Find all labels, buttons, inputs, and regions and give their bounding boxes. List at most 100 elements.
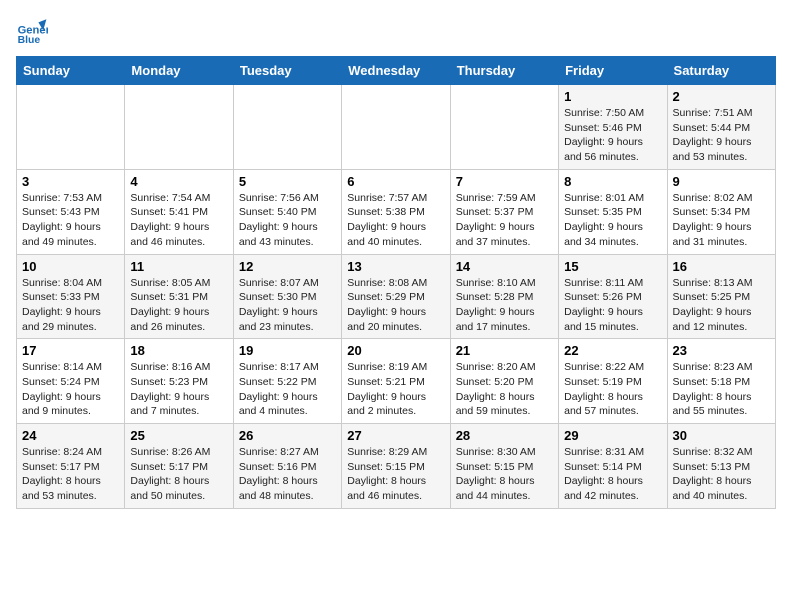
day-cell: 17Sunrise: 8:14 AM Sunset: 5:24 PM Dayli… bbox=[17, 339, 125, 424]
day-info: Sunrise: 8:20 AM Sunset: 5:20 PM Dayligh… bbox=[456, 360, 553, 419]
day-number: 5 bbox=[239, 174, 336, 189]
day-cell bbox=[342, 85, 450, 170]
day-number: 21 bbox=[456, 343, 553, 358]
day-info: Sunrise: 8:26 AM Sunset: 5:17 PM Dayligh… bbox=[130, 445, 227, 504]
day-cell: 16 Sunrise: 8:13 AM Sunset: 5:25 PM Dayli… bbox=[667, 254, 775, 339]
day-cell: 21 Sunrise: 8:20 AM Sunset: 5:20 PM Dayli… bbox=[450, 339, 558, 424]
day-info: Sunrise: 8:13 AM Sunset: 5:25 PM Dayligh… bbox=[673, 276, 770, 335]
day-cell: 9 Sunrise: 8:02 AM Sunset: 5:34 PM Daylig… bbox=[667, 169, 775, 254]
day-info: Sunrise: 8:24 AM Sunset: 5:17 PM Dayligh… bbox=[22, 445, 119, 504]
day-number: 22 bbox=[564, 343, 661, 358]
day-info: Sunrise: 7:51 AM Sunset: 5:44 PM Dayligh… bbox=[673, 106, 770, 165]
day-info: Sunrise: 8:16 AM Sunset: 5:23 PM Dayligh… bbox=[130, 360, 227, 419]
day-cell: 15 Sunrise: 8:11 AM Sunset: 5:26 PM Dayli… bbox=[559, 254, 667, 339]
day-info: Sunrise: 8:14 AM Sunset: 5:24 PM Dayligh… bbox=[22, 360, 119, 419]
calendar-body: 1 Sunrise: 7:50 AM Sunset: 5:46 PM Daylig… bbox=[17, 85, 776, 509]
day-cell: 10Sunrise: 8:04 AM Sunset: 5:33 PM Dayli… bbox=[17, 254, 125, 339]
day-cell: 13 Sunrise: 8:08 AM Sunset: 5:29 PM Dayli… bbox=[342, 254, 450, 339]
week-row-4: 24 Sunrise: 8:24 AM Sunset: 5:17 PM Dayli… bbox=[17, 424, 776, 509]
day-number: 27 bbox=[347, 428, 444, 443]
day-cell: 22 Sunrise: 8:22 AM Sunset: 5:19 PM Dayli… bbox=[559, 339, 667, 424]
header-saturday: Saturday bbox=[667, 57, 775, 85]
day-cell: 29 Sunrise: 8:31 AM Sunset: 5:14 PM Dayli… bbox=[559, 424, 667, 509]
day-info: Sunrise: 8:30 AM Sunset: 5:15 PM Dayligh… bbox=[456, 445, 553, 504]
day-cell bbox=[450, 85, 558, 170]
header-tuesday: Tuesday bbox=[233, 57, 341, 85]
day-cell bbox=[17, 85, 125, 170]
week-row-3: 17Sunrise: 8:14 AM Sunset: 5:24 PM Dayli… bbox=[17, 339, 776, 424]
day-cell: 18 Sunrise: 8:16 AM Sunset: 5:23 PM Dayli… bbox=[125, 339, 233, 424]
day-info: Sunrise: 8:11 AM Sunset: 5:26 PM Dayligh… bbox=[564, 276, 661, 335]
day-number: 1 bbox=[564, 89, 661, 104]
day-number: 6 bbox=[347, 174, 444, 189]
day-info: Sunrise: 8:08 AM Sunset: 5:29 PM Dayligh… bbox=[347, 276, 444, 335]
day-cell: 27 Sunrise: 8:29 AM Sunset: 5:15 PM Dayli… bbox=[342, 424, 450, 509]
day-cell: 11Sunrise: 8:05 AM Sunset: 5:31 PM Dayli… bbox=[125, 254, 233, 339]
day-info: Sunrise: 8:17 AM Sunset: 5:22 PM Dayligh… bbox=[239, 360, 336, 419]
day-number: 19 bbox=[239, 343, 336, 358]
day-number: 9 bbox=[673, 174, 770, 189]
day-info: Sunrise: 7:57 AM Sunset: 5:38 PM Dayligh… bbox=[347, 191, 444, 250]
day-number: 29 bbox=[564, 428, 661, 443]
logo-icon: General Blue bbox=[16, 16, 48, 48]
week-row-1: 3 Sunrise: 7:53 AM Sunset: 5:43 PM Daylig… bbox=[17, 169, 776, 254]
day-info: Sunrise: 8:23 AM Sunset: 5:18 PM Dayligh… bbox=[673, 360, 770, 419]
header-sunday: Sunday bbox=[17, 57, 125, 85]
day-info: Sunrise: 7:53 AM Sunset: 5:43 PM Dayligh… bbox=[22, 191, 119, 250]
day-cell: 23 Sunrise: 8:23 AM Sunset: 5:18 PM Dayli… bbox=[667, 339, 775, 424]
day-info: Sunrise: 8:29 AM Sunset: 5:15 PM Dayligh… bbox=[347, 445, 444, 504]
day-number: 23 bbox=[673, 343, 770, 358]
day-number: 8 bbox=[564, 174, 661, 189]
day-cell bbox=[125, 85, 233, 170]
day-number: 20 bbox=[347, 343, 444, 358]
day-info: Sunrise: 8:07 AM Sunset: 5:30 PM Dayligh… bbox=[239, 276, 336, 335]
header-thursday: Thursday bbox=[450, 57, 558, 85]
day-info: Sunrise: 8:19 AM Sunset: 5:21 PM Dayligh… bbox=[347, 360, 444, 419]
day-cell: 8 Sunrise: 8:01 AM Sunset: 5:35 PM Daylig… bbox=[559, 169, 667, 254]
day-number: 2 bbox=[673, 89, 770, 104]
header-monday: Monday bbox=[125, 57, 233, 85]
header-row: SundayMondayTuesdayWednesdayThursdayFrid… bbox=[17, 57, 776, 85]
day-info: Sunrise: 8:04 AM Sunset: 5:33 PM Dayligh… bbox=[22, 276, 119, 335]
day-cell: 25 Sunrise: 8:26 AM Sunset: 5:17 PM Dayli… bbox=[125, 424, 233, 509]
day-number: 28 bbox=[456, 428, 553, 443]
day-cell: 5 Sunrise: 7:56 AM Sunset: 5:40 PM Daylig… bbox=[233, 169, 341, 254]
day-cell: 4Sunrise: 7:54 AM Sunset: 5:41 PM Daylig… bbox=[125, 169, 233, 254]
day-cell: 20 Sunrise: 8:19 AM Sunset: 5:21 PM Dayli… bbox=[342, 339, 450, 424]
day-cell: 19 Sunrise: 8:17 AM Sunset: 5:22 PM Dayli… bbox=[233, 339, 341, 424]
day-info: Sunrise: 8:10 AM Sunset: 5:28 PM Dayligh… bbox=[456, 276, 553, 335]
day-info: Sunrise: 8:32 AM Sunset: 5:13 PM Dayligh… bbox=[673, 445, 770, 504]
day-cell: 14 Sunrise: 8:10 AM Sunset: 5:28 PM Dayli… bbox=[450, 254, 558, 339]
day-info: Sunrise: 7:50 AM Sunset: 5:46 PM Dayligh… bbox=[564, 106, 661, 165]
day-number: 15 bbox=[564, 259, 661, 274]
calendar-table: SundayMondayTuesdayWednesdayThursdayFrid… bbox=[16, 56, 776, 509]
day-number: 26 bbox=[239, 428, 336, 443]
page-header: General Blue bbox=[16, 16, 776, 48]
day-number: 13 bbox=[347, 259, 444, 274]
day-number: 11 bbox=[130, 259, 227, 274]
day-info: Sunrise: 7:59 AM Sunset: 5:37 PM Dayligh… bbox=[456, 191, 553, 250]
day-number: 16 bbox=[673, 259, 770, 274]
day-number: 24 bbox=[22, 428, 119, 443]
day-info: Sunrise: 7:56 AM Sunset: 5:40 PM Dayligh… bbox=[239, 191, 336, 250]
logo: General Blue bbox=[16, 16, 52, 48]
day-cell: 30Sunrise: 8:32 AM Sunset: 5:13 PM Dayli… bbox=[667, 424, 775, 509]
day-info: Sunrise: 8:02 AM Sunset: 5:34 PM Dayligh… bbox=[673, 191, 770, 250]
day-number: 7 bbox=[456, 174, 553, 189]
day-info: Sunrise: 8:31 AM Sunset: 5:14 PM Dayligh… bbox=[564, 445, 661, 504]
day-number: 4 bbox=[130, 174, 227, 189]
day-number: 3 bbox=[22, 174, 119, 189]
day-cell: 12 Sunrise: 8:07 AM Sunset: 5:30 PM Dayli… bbox=[233, 254, 341, 339]
day-cell: 3 Sunrise: 7:53 AM Sunset: 5:43 PM Daylig… bbox=[17, 169, 125, 254]
day-cell: 28 Sunrise: 8:30 AM Sunset: 5:15 PM Dayli… bbox=[450, 424, 558, 509]
day-cell: 1 Sunrise: 7:50 AM Sunset: 5:46 PM Daylig… bbox=[559, 85, 667, 170]
day-info: Sunrise: 8:27 AM Sunset: 5:16 PM Dayligh… bbox=[239, 445, 336, 504]
day-info: Sunrise: 8:22 AM Sunset: 5:19 PM Dayligh… bbox=[564, 360, 661, 419]
day-number: 25 bbox=[130, 428, 227, 443]
week-row-2: 10Sunrise: 8:04 AM Sunset: 5:33 PM Dayli… bbox=[17, 254, 776, 339]
day-number: 12 bbox=[239, 259, 336, 274]
day-number: 18 bbox=[130, 343, 227, 358]
day-number: 14 bbox=[456, 259, 553, 274]
day-info: Sunrise: 8:01 AM Sunset: 5:35 PM Dayligh… bbox=[564, 191, 661, 250]
calendar-header: SundayMondayTuesdayWednesdayThursdayFrid… bbox=[17, 57, 776, 85]
